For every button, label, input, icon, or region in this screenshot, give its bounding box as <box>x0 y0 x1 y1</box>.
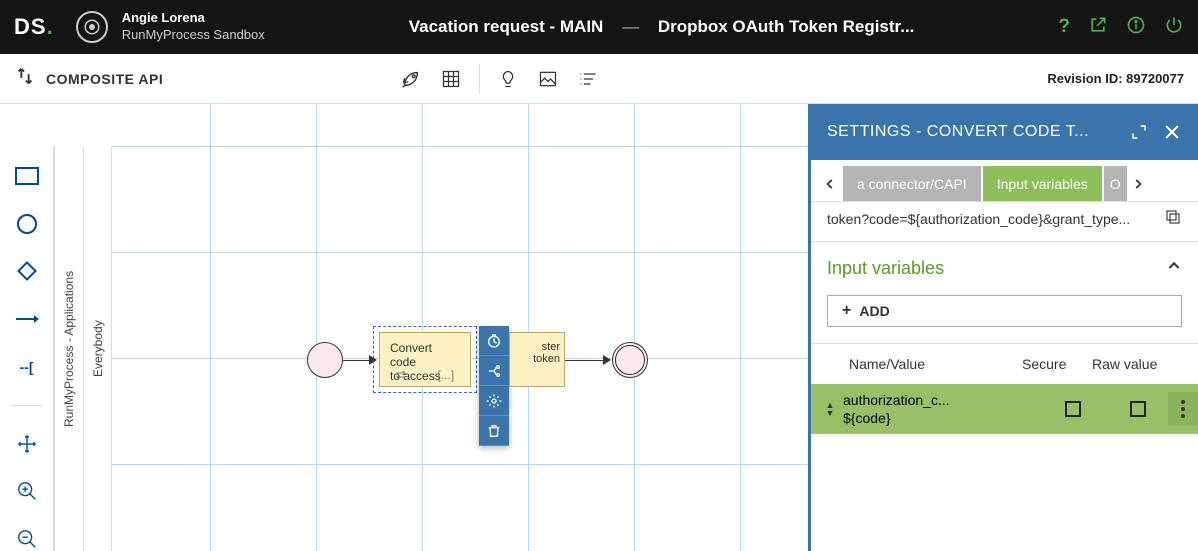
circle-shape-icon[interactable] <box>12 212 42 236</box>
tabs-prev-icon[interactable] <box>819 166 841 201</box>
image-button[interactable] <box>530 61 566 97</box>
var-value: ${code} <box>843 410 1032 426</box>
task-selection: Convert code to access ⇄ [...] <box>373 326 477 393</box>
vtab-applications[interactable]: RunMyProcess - Applications <box>54 146 83 551</box>
row-menu-icon[interactable] <box>1168 392 1198 426</box>
add-button[interactable]: + ADD <box>827 295 1182 327</box>
settings-title: SETTINGS - CONVERT CODE T... <box>827 123 1116 141</box>
flow-arrow-2[interactable] <box>565 360 605 361</box>
settings-header: SETTINGS - CONVERT CODE T... <box>811 104 1198 160</box>
copy-icon[interactable] <box>1164 208 1182 229</box>
grid-button[interactable] <box>433 61 469 97</box>
plus-icon: + <box>842 302 851 320</box>
list-button[interactable] <box>570 61 606 97</box>
zoom-in-icon[interactable] <box>12 479 42 503</box>
avatar-icon <box>83 18 101 36</box>
tab-next-partial[interactable]: O <box>1104 166 1127 201</box>
task-register-token[interactable]: ster token <box>509 332 565 387</box>
top-bar: DS. Angie Lorena RunMyProcess Sandbox Va… <box>0 0 1198 54</box>
section-input-variables: Input variables <box>811 242 1198 287</box>
task-toolbar <box>479 326 509 446</box>
end-node[interactable] <box>612 342 648 378</box>
section-title: Input variables <box>827 258 944 279</box>
user-name: Angie Lorena <box>122 10 265 27</box>
variables-table: Name/Value Secure Raw value ▲▼ authoriza… <box>811 343 1198 434</box>
settings-url: token?code=${authorization_code}&grant_t… <box>827 211 1152 227</box>
task2-label: ster token <box>533 341 560 365</box>
brackets-icon: [...] <box>438 368 455 382</box>
task-convert-code[interactable]: Convert code to access ⇄ [...] <box>379 332 471 387</box>
vtab-everybody[interactable]: Everybody <box>83 146 112 551</box>
tabs-next-icon[interactable] <box>1127 166 1149 201</box>
settings-panel: SETTINGS - CONVERT CODE T... a connector… <box>808 104 1198 551</box>
secure-checkbox[interactable] <box>1038 401 1108 417</box>
second-bar: COMPOSITE API Revision ID: 89720077 <box>0 54 1198 104</box>
top-actions: ? <box>1058 15 1184 40</box>
revision-label: Revision ID: 89720077 <box>1047 71 1184 86</box>
variable-row[interactable]: ▲▼ authorization_c... ${code} <box>811 384 1198 434</box>
arrow-shape-icon[interactable] <box>12 307 42 331</box>
help-icon[interactable]: ? <box>1058 16 1070 38</box>
flow-arrow[interactable] <box>343 360 371 361</box>
col-raw: Raw value <box>1092 356 1182 372</box>
bracket-shape-icon[interactable]: --[ <box>12 355 42 379</box>
hint-button[interactable] <box>490 61 526 97</box>
user-sandbox: RunMyProcess Sandbox <box>122 27 265 44</box>
breadcrumb-right[interactable]: Dropbox OAuth Token Registr... <box>658 17 915 36</box>
task-mini-icons: ⇄ [...] <box>380 368 470 382</box>
col-name: Name/Value <box>827 356 1022 372</box>
arrow-head-icon-2 <box>603 355 611 365</box>
user-block: Angie Lorena RunMyProcess Sandbox <box>122 10 265 44</box>
updown-icon[interactable] <box>14 65 36 92</box>
swap-icon: ⇄ <box>396 368 406 382</box>
brand-logo: DS. <box>14 14 54 40</box>
reorder-handle-icon[interactable]: ▲▼ <box>817 401 843 417</box>
variables-header: Name/Value Secure Raw value <box>811 344 1198 384</box>
tab-input-variables[interactable]: Input variables <box>983 166 1102 201</box>
brand-ds: DS <box>14 14 47 40</box>
vertical-tabs: RunMyProcess - Applications Everybody <box>54 146 112 551</box>
process-canvas[interactable]: Convert code to access ⇄ [...] ster toke… <box>112 104 1198 551</box>
close-icon[interactable] <box>1162 122 1182 142</box>
revision-id: 89720077 <box>1126 71 1184 86</box>
col-secure: Secure <box>1022 356 1092 372</box>
breadcrumb: Vacation request - MAIN — Dropbox OAuth … <box>265 17 1059 37</box>
avatar[interactable] <box>76 11 108 43</box>
add-label: ADD <box>859 303 889 319</box>
raw-checkbox[interactable] <box>1108 401 1168 417</box>
brand-dot: . <box>47 14 54 40</box>
tab-connector[interactable]: a connector/CAPI <box>843 166 981 201</box>
launch-button[interactable] <box>393 61 429 97</box>
variable-cell: authorization_c... ${code} <box>843 392 1038 426</box>
zoom-out-icon[interactable] <box>12 527 42 551</box>
shape-palette: --[ <box>0 146 54 551</box>
rect-shape-icon[interactable] <box>12 164 42 188</box>
capi-label: COMPOSITE API <box>46 71 163 87</box>
workspace: --[ RunMyProcess - Applications Everybod… <box>0 104 1198 551</box>
breadcrumb-sep: — <box>622 17 639 36</box>
expand-icon[interactable] <box>1130 123 1148 141</box>
power-icon[interactable] <box>1164 15 1184 40</box>
breadcrumb-left[interactable]: Vacation request - MAIN <box>409 17 604 36</box>
start-node[interactable] <box>307 342 343 378</box>
open-external-icon[interactable] <box>1088 15 1108 40</box>
trash-icon[interactable] <box>479 416 509 446</box>
settings-url-row: token?code=${authorization_code}&grant_t… <box>811 202 1198 242</box>
branch-icon[interactable] <box>479 356 509 386</box>
settings-tabs: a connector/CAPI Input variables O <box>811 166 1198 202</box>
move-icon[interactable] <box>12 432 42 456</box>
var-name: authorization_c... <box>843 392 1032 408</box>
info-icon[interactable] <box>1126 15 1146 40</box>
timer-icon[interactable] <box>479 326 509 356</box>
diamond-shape-icon[interactable] <box>12 260 42 284</box>
collapse-icon[interactable] <box>1166 258 1182 279</box>
gear-icon[interactable] <box>479 386 509 416</box>
